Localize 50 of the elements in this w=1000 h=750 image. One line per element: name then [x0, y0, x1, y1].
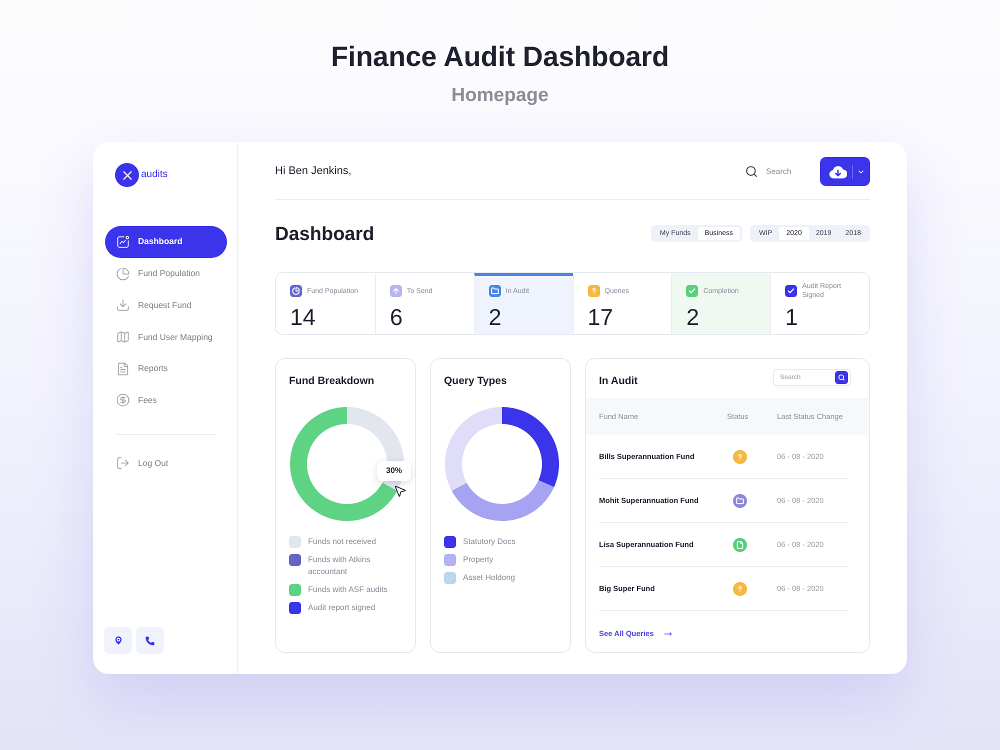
legend-label: Funds with ASF audits	[308, 584, 388, 596]
dashboard-heading: Dashboard	[275, 222, 374, 247]
search-icon	[745, 165, 758, 178]
nav-item[interactable]: Fund Population	[105, 258, 227, 290]
stat-value: 2	[686, 304, 700, 330]
document-icon	[116, 362, 130, 376]
phone-button[interactable]	[136, 627, 164, 654]
cloud-download-icon	[829, 164, 847, 178]
nav-item[interactable]: Reports	[105, 352, 227, 384]
logo-text: audits	[141, 169, 168, 181]
greeting-text: Hi Ben Jenkins,	[275, 164, 352, 180]
nav-item[interactable]: Fund User Mapping	[105, 321, 227, 353]
location-button[interactable]	[104, 627, 132, 654]
chevron-icon	[857, 168, 865, 176]
cursor-icon	[393, 484, 407, 498]
logo-icon	[115, 163, 139, 187]
download-icon	[116, 298, 130, 312]
map-icon	[116, 330, 130, 344]
search-button[interactable]	[835, 371, 848, 384]
logout-icon	[116, 456, 130, 470]
card-title: Fund Breakdown	[289, 374, 376, 388]
legend-label: Asset Holdong	[463, 572, 516, 584]
search-field[interactable]: Search	[766, 164, 810, 178]
dollar-icon	[116, 393, 130, 408]
legend-label: Statutory Docs	[463, 536, 516, 548]
location-pin-icon	[112, 635, 124, 646]
stat-value: 17	[588, 304, 614, 330]
phone-icon	[145, 636, 155, 646]
stat-value: 14	[290, 304, 317, 330]
stat-value: 1	[785, 304, 799, 330]
page-subtitle: Homepage	[451, 84, 549, 108]
legend-label: Funds not received	[308, 536, 376, 548]
search-icon	[838, 374, 845, 381]
logout-button[interactable]: Log Out	[105, 447, 227, 479]
nav-item[interactable]: Fees	[105, 384, 227, 416]
arrow-icon	[662, 630, 674, 638]
card-title: In Audit	[599, 374, 638, 388]
tooltip: 30%	[377, 461, 412, 481]
chart-icon	[116, 234, 130, 249]
legend-label: Funds with Atkins accountant	[308, 554, 372, 578]
pie-chart-icon	[116, 266, 130, 281]
download-button[interactable]	[820, 157, 870, 186]
stat-value: 2	[488, 304, 502, 330]
nav-item[interactable]: Dashboard	[105, 226, 227, 258]
page-title: Finance Audit Dashboard	[330, 40, 670, 74]
legend-label: Property	[463, 554, 494, 566]
card-title: Query Types	[444, 374, 508, 388]
nav-item[interactable]: Request Fund	[105, 289, 227, 322]
stat-value: 6	[390, 304, 404, 330]
legend-label: Audit report signed	[308, 602, 376, 614]
